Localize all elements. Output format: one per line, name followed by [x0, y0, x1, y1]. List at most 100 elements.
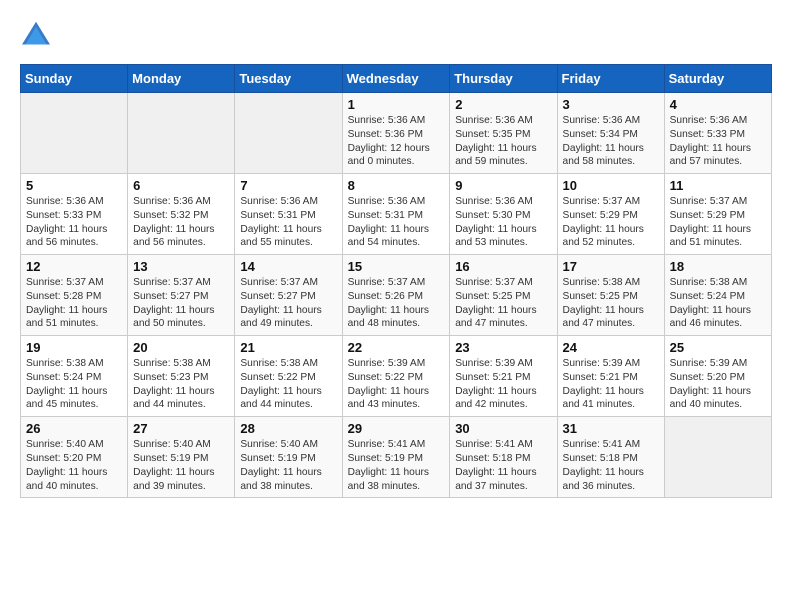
calendar-week-row: 26 Sunrise: 5:40 AM Sunset: 5:20 PM Dayli…	[21, 417, 772, 498]
calendar-cell: 7 Sunrise: 5:36 AM Sunset: 5:31 PM Daylig…	[235, 174, 342, 255]
day-number: 27	[133, 421, 229, 436]
calendar-cell: 30 Sunrise: 5:41 AM Sunset: 5:18 PM Dayli…	[450, 417, 557, 498]
logo	[20, 20, 56, 48]
calendar-cell: 21Sunrise: 5:38 AM Sunset: 5:22 PM Dayli…	[235, 336, 342, 417]
weekday-header-sunday: Sunday	[21, 65, 128, 93]
day-info: Sunrise: 5:37 AM Sunset: 5:27 PM Dayligh…	[240, 276, 336, 331]
day-number: 29	[348, 421, 445, 436]
day-number: 17	[563, 259, 659, 274]
calendar-week-row: 1 Sunrise: 5:36 AM Sunset: 5:36 PM Daylig…	[21, 93, 772, 174]
calendar-cell: 28 Sunrise: 5:40 AM Sunset: 5:19 PM Dayli…	[235, 417, 342, 498]
calendar-table: SundayMondayTuesdayWednesdayThursdayFrid…	[20, 64, 772, 498]
day-number: 22	[348, 340, 445, 355]
calendar-week-row: 5Sunrise: 5:36 AM Sunset: 5:33 PM Daylig…	[21, 174, 772, 255]
calendar-cell: 17 Sunrise: 5:38 AM Sunset: 5:25 PM Dayli…	[557, 255, 664, 336]
day-info: Sunrise: 5:36 AM Sunset: 5:36 PM Dayligh…	[348, 114, 445, 169]
day-number: 19	[26, 340, 122, 355]
day-info: Sunrise: 5:36 AM Sunset: 5:31 PM Dayligh…	[348, 195, 445, 250]
day-info: Sunrise: 5:37 AM Sunset: 5:29 PM Dayligh…	[563, 195, 659, 250]
day-number: 31	[563, 421, 659, 436]
weekday-header-friday: Friday	[557, 65, 664, 93]
day-info: Sunrise: 5:38 AM Sunset: 5:24 PM Dayligh…	[26, 357, 122, 412]
day-number: 24	[563, 340, 659, 355]
calendar-cell: 25 Sunrise: 5:39 AM Sunset: 5:20 PM Dayli…	[664, 336, 771, 417]
calendar-cell: 9Sunrise: 5:36 AM Sunset: 5:30 PM Daylig…	[450, 174, 557, 255]
day-info: Sunrise: 5:39 AM Sunset: 5:21 PM Dayligh…	[455, 357, 551, 412]
logo-icon	[20, 20, 52, 48]
calendar-cell: 5Sunrise: 5:36 AM Sunset: 5:33 PM Daylig…	[21, 174, 128, 255]
header	[20, 20, 772, 48]
calendar-cell	[128, 93, 235, 174]
day-info: Sunrise: 5:36 AM Sunset: 5:35 PM Dayligh…	[455, 114, 551, 169]
day-info: Sunrise: 5:36 AM Sunset: 5:31 PM Dayligh…	[240, 195, 336, 250]
calendar-cell: 4 Sunrise: 5:36 AM Sunset: 5:33 PM Daylig…	[664, 93, 771, 174]
day-number: 30	[455, 421, 551, 436]
day-number: 8	[348, 178, 445, 193]
page: SundayMondayTuesdayWednesdayThursdayFrid…	[0, 0, 792, 508]
day-info: Sunrise: 5:40 AM Sunset: 5:19 PM Dayligh…	[240, 438, 336, 493]
weekday-header-tuesday: Tuesday	[235, 65, 342, 93]
day-info: Sunrise: 5:39 AM Sunset: 5:22 PM Dayligh…	[348, 357, 445, 412]
day-number: 14	[240, 259, 336, 274]
calendar-cell: 19 Sunrise: 5:38 AM Sunset: 5:24 PM Dayli…	[21, 336, 128, 417]
day-number: 9	[455, 178, 551, 193]
day-number: 2	[455, 97, 551, 112]
day-info: Sunrise: 5:40 AM Sunset: 5:20 PM Dayligh…	[26, 438, 122, 493]
day-number: 23	[455, 340, 551, 355]
calendar-cell: 27 Sunrise: 5:40 AM Sunset: 5:19 PM Dayli…	[128, 417, 235, 498]
day-info: Sunrise: 5:36 AM Sunset: 5:33 PM Dayligh…	[670, 114, 766, 169]
calendar-cell: 2 Sunrise: 5:36 AM Sunset: 5:35 PM Daylig…	[450, 93, 557, 174]
calendar-cell: 13Sunrise: 5:37 AM Sunset: 5:27 PM Dayli…	[128, 255, 235, 336]
calendar-cell: 12 Sunrise: 5:37 AM Sunset: 5:28 PM Dayli…	[21, 255, 128, 336]
calendar-cell: 15 Sunrise: 5:37 AM Sunset: 5:26 PM Dayli…	[342, 255, 450, 336]
weekday-header-wednesday: Wednesday	[342, 65, 450, 93]
calendar-cell	[235, 93, 342, 174]
calendar-cell: 26 Sunrise: 5:40 AM Sunset: 5:20 PM Dayli…	[21, 417, 128, 498]
calendar-cell	[664, 417, 771, 498]
day-info: Sunrise: 5:37 AM Sunset: 5:29 PM Dayligh…	[670, 195, 766, 250]
day-number: 26	[26, 421, 122, 436]
day-number: 1	[348, 97, 445, 112]
calendar-cell: 20 Sunrise: 5:38 AM Sunset: 5:23 PM Dayli…	[128, 336, 235, 417]
day-number: 6	[133, 178, 229, 193]
calendar-cell: 31 Sunrise: 5:41 AM Sunset: 5:18 PM Dayli…	[557, 417, 664, 498]
day-info: Sunrise: 5:39 AM Sunset: 5:20 PM Dayligh…	[670, 357, 766, 412]
day-number: 5	[26, 178, 122, 193]
day-info: Sunrise: 5:39 AM Sunset: 5:21 PM Dayligh…	[563, 357, 659, 412]
day-number: 12	[26, 259, 122, 274]
calendar-cell: 11 Sunrise: 5:37 AM Sunset: 5:29 PM Dayli…	[664, 174, 771, 255]
day-number: 18	[670, 259, 766, 274]
day-number: 25	[670, 340, 766, 355]
weekday-header-saturday: Saturday	[664, 65, 771, 93]
day-info: Sunrise: 5:38 AM Sunset: 5:23 PM Dayligh…	[133, 357, 229, 412]
calendar-cell: 22 Sunrise: 5:39 AM Sunset: 5:22 PM Dayli…	[342, 336, 450, 417]
calendar-cell: 14 Sunrise: 5:37 AM Sunset: 5:27 PM Dayli…	[235, 255, 342, 336]
calendar-week-row: 12 Sunrise: 5:37 AM Sunset: 5:28 PM Dayli…	[21, 255, 772, 336]
calendar-cell: 1 Sunrise: 5:36 AM Sunset: 5:36 PM Daylig…	[342, 93, 450, 174]
weekday-header-monday: Monday	[128, 65, 235, 93]
weekday-header-thursday: Thursday	[450, 65, 557, 93]
day-info: Sunrise: 5:41 AM Sunset: 5:18 PM Dayligh…	[455, 438, 551, 493]
calendar-cell: 24 Sunrise: 5:39 AM Sunset: 5:21 PM Dayli…	[557, 336, 664, 417]
day-info: Sunrise: 5:37 AM Sunset: 5:26 PM Dayligh…	[348, 276, 445, 331]
day-number: 20	[133, 340, 229, 355]
day-info: Sunrise: 5:38 AM Sunset: 5:22 PM Dayligh…	[240, 357, 336, 412]
calendar-cell: 18Sunrise: 5:38 AM Sunset: 5:24 PM Dayli…	[664, 255, 771, 336]
day-number: 28	[240, 421, 336, 436]
calendar-cell: 3Sunrise: 5:36 AM Sunset: 5:34 PM Daylig…	[557, 93, 664, 174]
day-info: Sunrise: 5:40 AM Sunset: 5:19 PM Dayligh…	[133, 438, 229, 493]
day-number: 11	[670, 178, 766, 193]
day-number: 4	[670, 97, 766, 112]
day-info: Sunrise: 5:38 AM Sunset: 5:25 PM Dayligh…	[563, 276, 659, 331]
calendar-cell: 6Sunrise: 5:36 AM Sunset: 5:32 PM Daylig…	[128, 174, 235, 255]
calendar-cell: 23 Sunrise: 5:39 AM Sunset: 5:21 PM Dayli…	[450, 336, 557, 417]
day-number: 7	[240, 178, 336, 193]
day-info: Sunrise: 5:41 AM Sunset: 5:18 PM Dayligh…	[563, 438, 659, 493]
calendar-cell	[21, 93, 128, 174]
day-number: 15	[348, 259, 445, 274]
day-info: Sunrise: 5:37 AM Sunset: 5:28 PM Dayligh…	[26, 276, 122, 331]
day-info: Sunrise: 5:36 AM Sunset: 5:34 PM Dayligh…	[563, 114, 659, 169]
calendar-cell: 10Sunrise: 5:37 AM Sunset: 5:29 PM Dayli…	[557, 174, 664, 255]
day-info: Sunrise: 5:37 AM Sunset: 5:27 PM Dayligh…	[133, 276, 229, 331]
calendar-cell: 29Sunrise: 5:41 AM Sunset: 5:19 PM Dayli…	[342, 417, 450, 498]
